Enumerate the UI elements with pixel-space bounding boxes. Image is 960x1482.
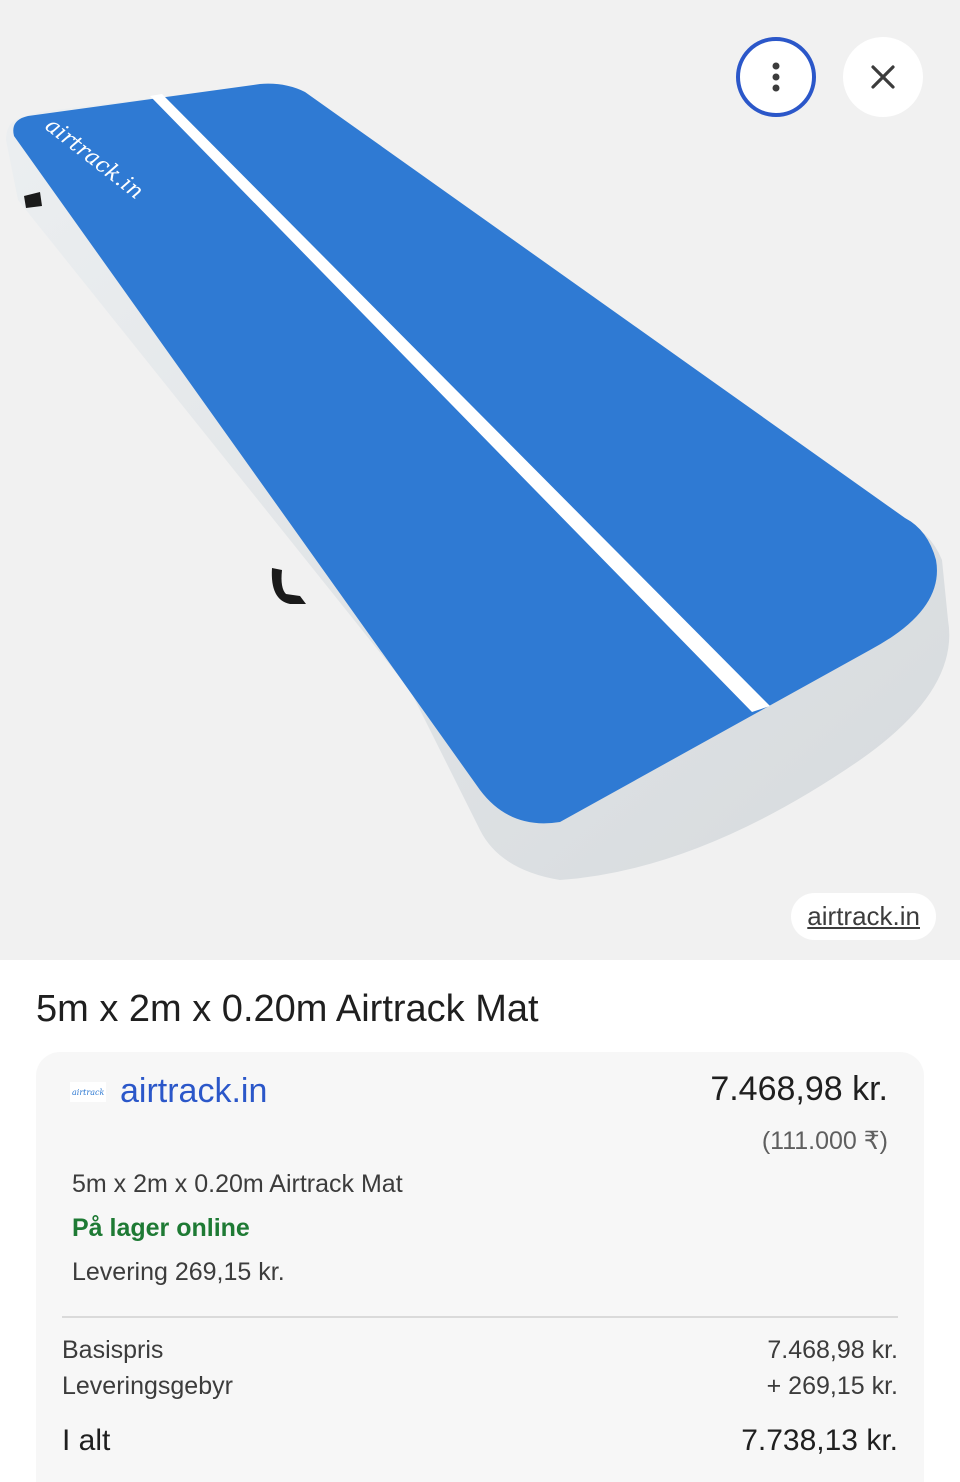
svg-text:airtrack: airtrack bbox=[72, 1088, 104, 1097]
image-source-link[interactable]: airtrack.in bbox=[791, 893, 936, 940]
seller-row[interactable]: airtrack airtrack.in bbox=[70, 1072, 267, 1111]
product-image[interactable]: airtrack.in airtrack.in bbox=[0, 0, 960, 960]
airtrack-mat-image: airtrack.in bbox=[0, 0, 960, 960]
delivery-fee-label: Leveringsgebyr bbox=[62, 1372, 233, 1400]
divider bbox=[62, 1316, 898, 1318]
more-vert-icon bbox=[772, 62, 780, 92]
offer-price-original: (111.000 ₹) bbox=[761, 1127, 888, 1155]
seller-name[interactable]: airtrack.in bbox=[120, 1072, 267, 1111]
offer-price: 7.468,98 kr. bbox=[710, 1070, 888, 1108]
total-value: 7.738,13 kr. bbox=[741, 1424, 898, 1457]
base-price-value: 7.468,98 kr. bbox=[767, 1336, 898, 1364]
more-options-button[interactable] bbox=[736, 37, 816, 117]
total-label: I alt bbox=[62, 1424, 111, 1457]
base-price-label: Basispris bbox=[62, 1336, 164, 1364]
delivery-fee-value: + 269,15 kr. bbox=[766, 1372, 898, 1400]
close-icon bbox=[871, 65, 895, 89]
product-title: 5m x 2m x 0.20m Airtrack Mat bbox=[36, 988, 539, 1030]
seller-logo-icon: airtrack bbox=[70, 1074, 106, 1110]
offer-card[interactable]: airtrack airtrack.in 7.468,98 kr. (111.0… bbox=[36, 1052, 924, 1482]
stock-status: På lager online bbox=[72, 1214, 250, 1242]
close-button[interactable] bbox=[843, 37, 923, 117]
delivery-cost: Levering 269,15 kr. bbox=[72, 1258, 285, 1286]
offer-description: 5m x 2m x 0.20m Airtrack Mat bbox=[72, 1170, 403, 1198]
